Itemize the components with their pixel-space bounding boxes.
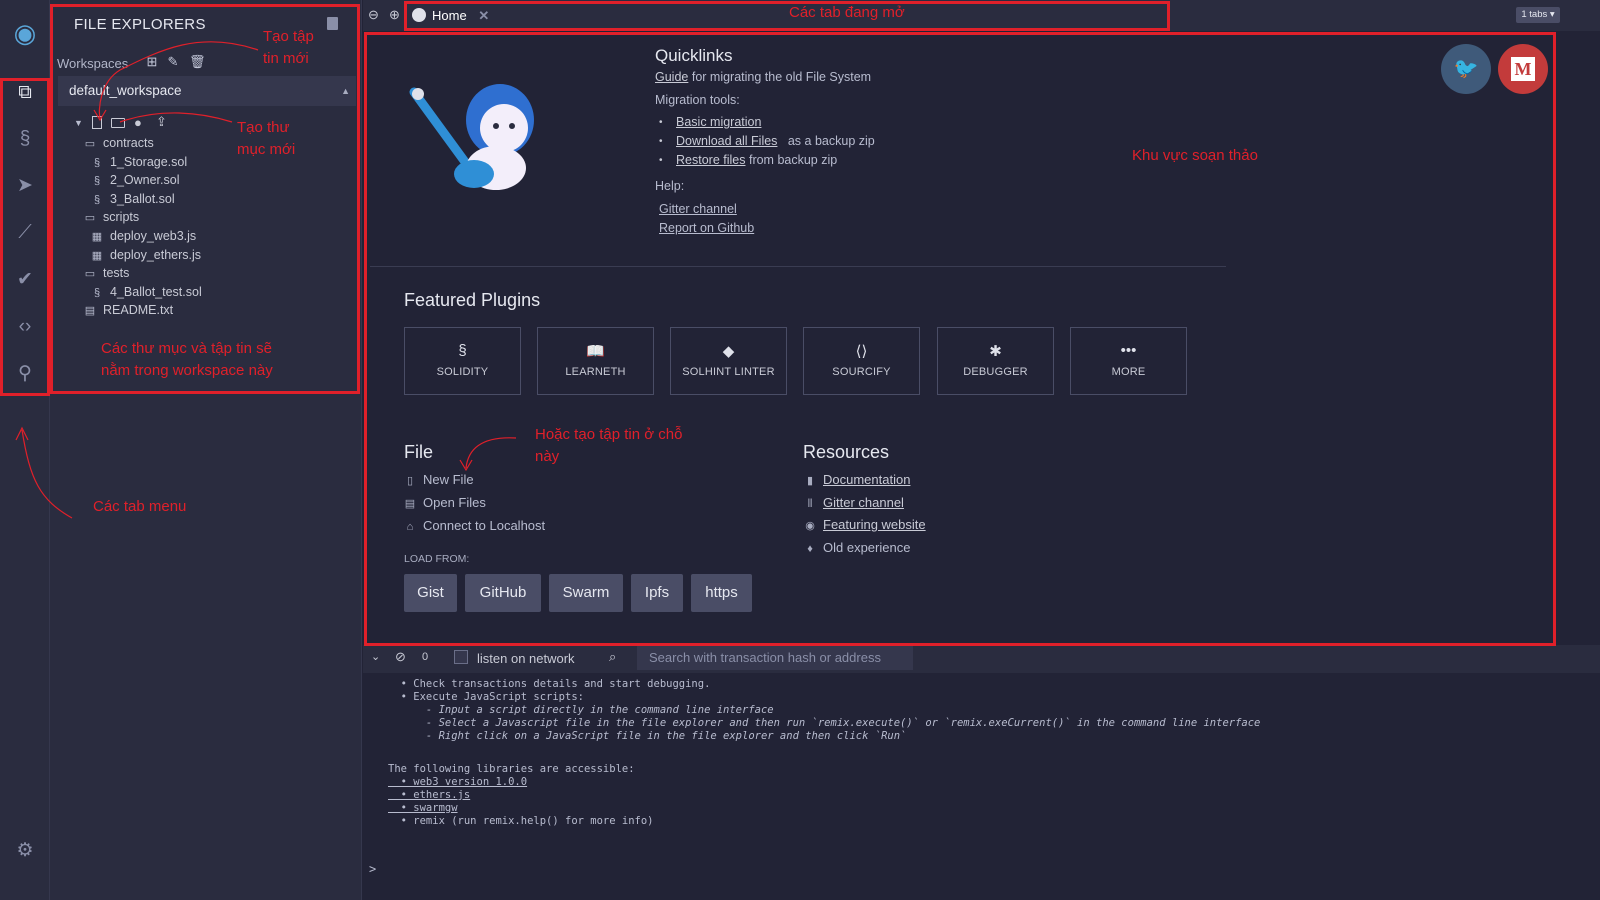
annotation-editor-area: Khu vực soạn thảo: [1132, 147, 1258, 164]
annotation-new-folder: Tạo thư mục mới: [237, 119, 296, 158]
annotation-menu-tabs: Các tab menu: [93, 498, 187, 515]
annotation-create-here: Hoặc tạo tập tin ở chỗ này: [535, 426, 683, 465]
annotation-new-file: Tạo tập tin mới: [263, 28, 314, 67]
annotation-workspace-contents: Các thư mục và tập tin sẽ nằm trong work…: [101, 340, 273, 379]
annotation-open-tabs: Các tab đang mở: [789, 4, 905, 21]
